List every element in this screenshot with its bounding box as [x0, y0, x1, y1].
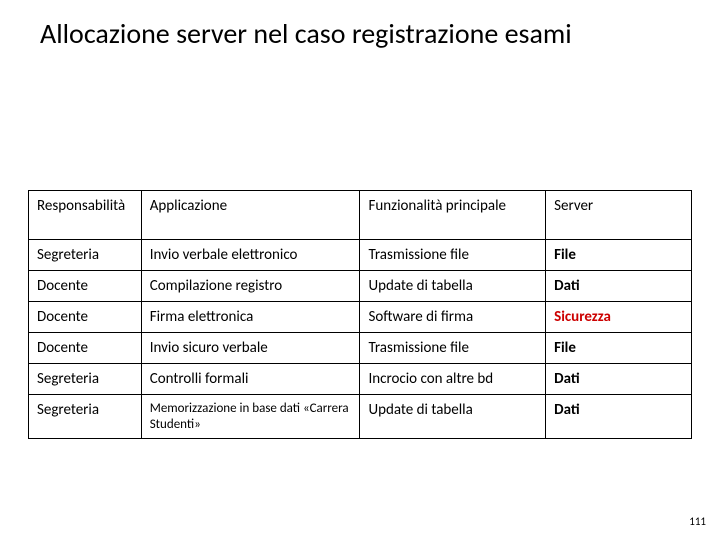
cell-funzionalita: Incrocio con altre bd — [360, 364, 546, 395]
table-row: SegreteriaMemorizzazione in base dati «C… — [29, 395, 692, 439]
cell-responsabilita: Docente — [29, 333, 142, 364]
cell-responsabilita: Docente — [29, 271, 142, 302]
cell-server: Dati — [546, 395, 692, 439]
header-responsabilita: Responsabilità — [29, 191, 142, 240]
allocation-table: Responsabilità Applicazione Funzionalità… — [28, 190, 692, 439]
table-header-row: Responsabilità Applicazione Funzionalità… — [29, 191, 692, 240]
cell-server: Sicurezza — [546, 302, 692, 333]
cell-responsabilita: Docente — [29, 302, 142, 333]
cell-applicazione: Firma elettronica — [141, 302, 360, 333]
header-applicazione: Applicazione — [141, 191, 360, 240]
cell-funzionalita: Update di tabella — [360, 395, 546, 439]
header-server: Server — [546, 191, 692, 240]
table-row: SegreteriaControlli formaliIncrocio con … — [29, 364, 692, 395]
cell-funzionalita: Trasmissione file — [360, 240, 546, 271]
cell-funzionalita: Update di tabella — [360, 271, 546, 302]
slide-title: Allocazione server nel caso registrazion… — [40, 16, 572, 51]
table-row: DocenteCompilazione registroUpdate di ta… — [29, 271, 692, 302]
table-body: SegreteriaInvio verbale elettronicoTrasm… — [29, 240, 692, 439]
cell-applicazione: Compilazione registro — [141, 271, 360, 302]
header-funzionalita: Funzionalità principale — [360, 191, 546, 240]
cell-applicazione: Invio verbale elettronico — [141, 240, 360, 271]
page-number: 111 — [689, 515, 706, 528]
cell-funzionalita: Trasmissione file — [360, 333, 546, 364]
cell-server: File — [546, 240, 692, 271]
cell-server: File — [546, 333, 692, 364]
cell-responsabilita: Segreteria — [29, 240, 142, 271]
table-row: SegreteriaInvio verbale elettronicoTrasm… — [29, 240, 692, 271]
cell-applicazione: Memorizzazione in base dati «Carrera Stu… — [141, 395, 360, 439]
cell-applicazione: Controlli formali — [141, 364, 360, 395]
cell-funzionalita: Software di firma — [360, 302, 546, 333]
table-row: DocenteFirma elettronicaSoftware di firm… — [29, 302, 692, 333]
cell-server: Dati — [546, 271, 692, 302]
cell-server: Dati — [546, 364, 692, 395]
allocation-table-wrap: Responsabilità Applicazione Funzionalità… — [28, 190, 692, 439]
cell-responsabilita: Segreteria — [29, 395, 142, 439]
table-row: DocenteInvio sicuro verbaleTrasmissione … — [29, 333, 692, 364]
cell-applicazione: Invio sicuro verbale — [141, 333, 360, 364]
cell-responsabilita: Segreteria — [29, 364, 142, 395]
